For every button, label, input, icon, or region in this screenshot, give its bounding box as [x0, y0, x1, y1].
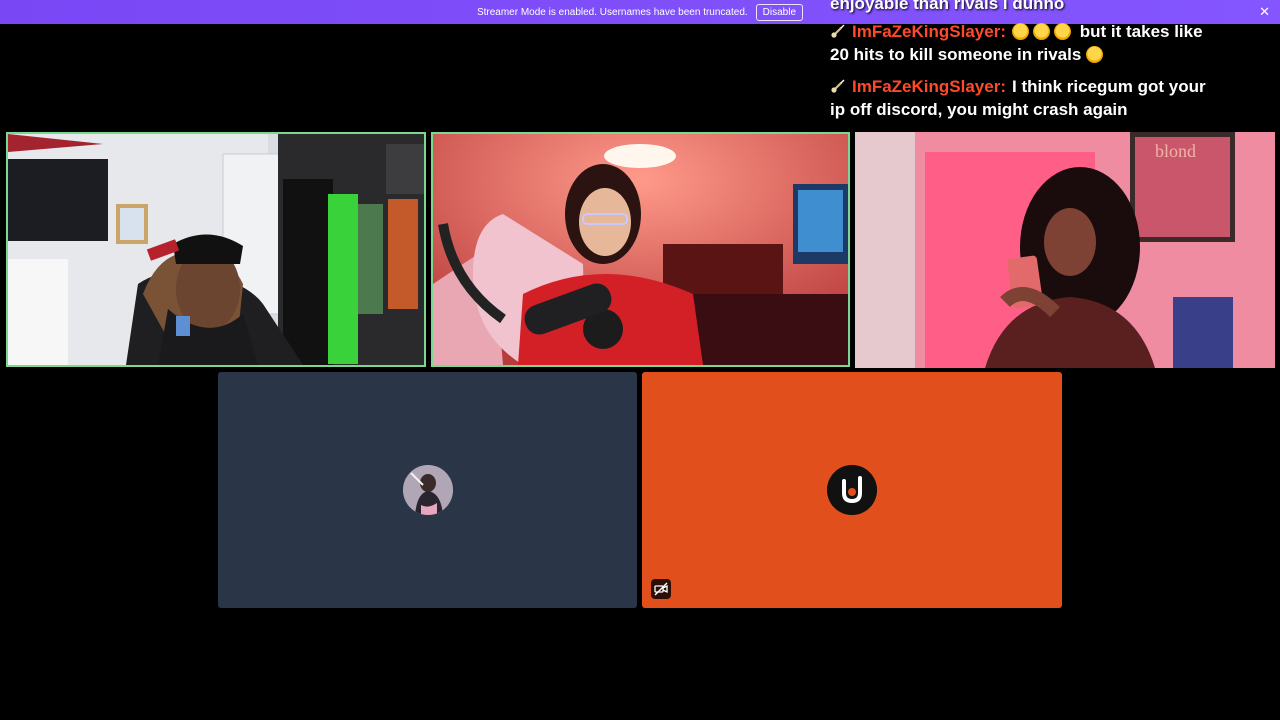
camera-off-icon: [651, 579, 671, 599]
emoji-icon: [1033, 23, 1050, 40]
webcam-feed: [433, 134, 848, 365]
webcam-feed: blond: [855, 132, 1275, 368]
chat-message-continuation: 20 hits to kill someone in rivals: [830, 43, 1270, 66]
avatar: [827, 465, 877, 515]
chat-message-text: ip off discord, you might crash again: [830, 100, 1128, 119]
participant-video-tile[interactable]: [6, 132, 426, 367]
laughing-emoji-icon: [1086, 46, 1104, 63]
chat-overlay: enjoyable than rivals i dunno ImFaZeKing…: [830, 0, 1270, 126]
streamer-mode-message: Streamer Mode is enabled. Usernames have…: [476, 6, 748, 18]
chat-message: ImFaZeKingSlayer: but it takes like: [830, 20, 1270, 43]
disable-streamer-mode-button[interactable]: Disable: [755, 3, 804, 21]
chat-message: ImFaZeKingSlayer: I think ricegum got you…: [830, 75, 1270, 98]
chat-message-text: 20 hits to kill someone in rivals: [830, 45, 1082, 64]
chat-username[interactable]: ImFaZeKingSlayer:: [852, 77, 1006, 96]
emoji-icon: [1054, 23, 1071, 40]
guitar-badge-icon: [831, 24, 845, 38]
chat-message-continuation: ip off discord, you might crash again: [830, 98, 1270, 121]
chat-message-text: I think ricegum got your: [1012, 77, 1206, 96]
guitar-badge-icon: [831, 79, 845, 93]
chat-partial-line: enjoyable than rivals i dunno: [830, 0, 1065, 13]
avatar: [402, 465, 453, 515]
participant-avatar-tile[interactable]: [218, 372, 637, 608]
chat-message-text: but it takes like: [1079, 22, 1203, 41]
participant-avatar-tile[interactable]: [642, 372, 1062, 608]
svg-text:blond: blond: [1155, 141, 1196, 161]
participant-video-tile[interactable]: blond: [855, 132, 1275, 368]
webcam-feed: [8, 134, 424, 365]
chat-username[interactable]: ImFaZeKingSlayer:: [852, 22, 1006, 41]
participant-video-tile[interactable]: [431, 132, 850, 367]
emoji-icon: [1012, 23, 1029, 40]
